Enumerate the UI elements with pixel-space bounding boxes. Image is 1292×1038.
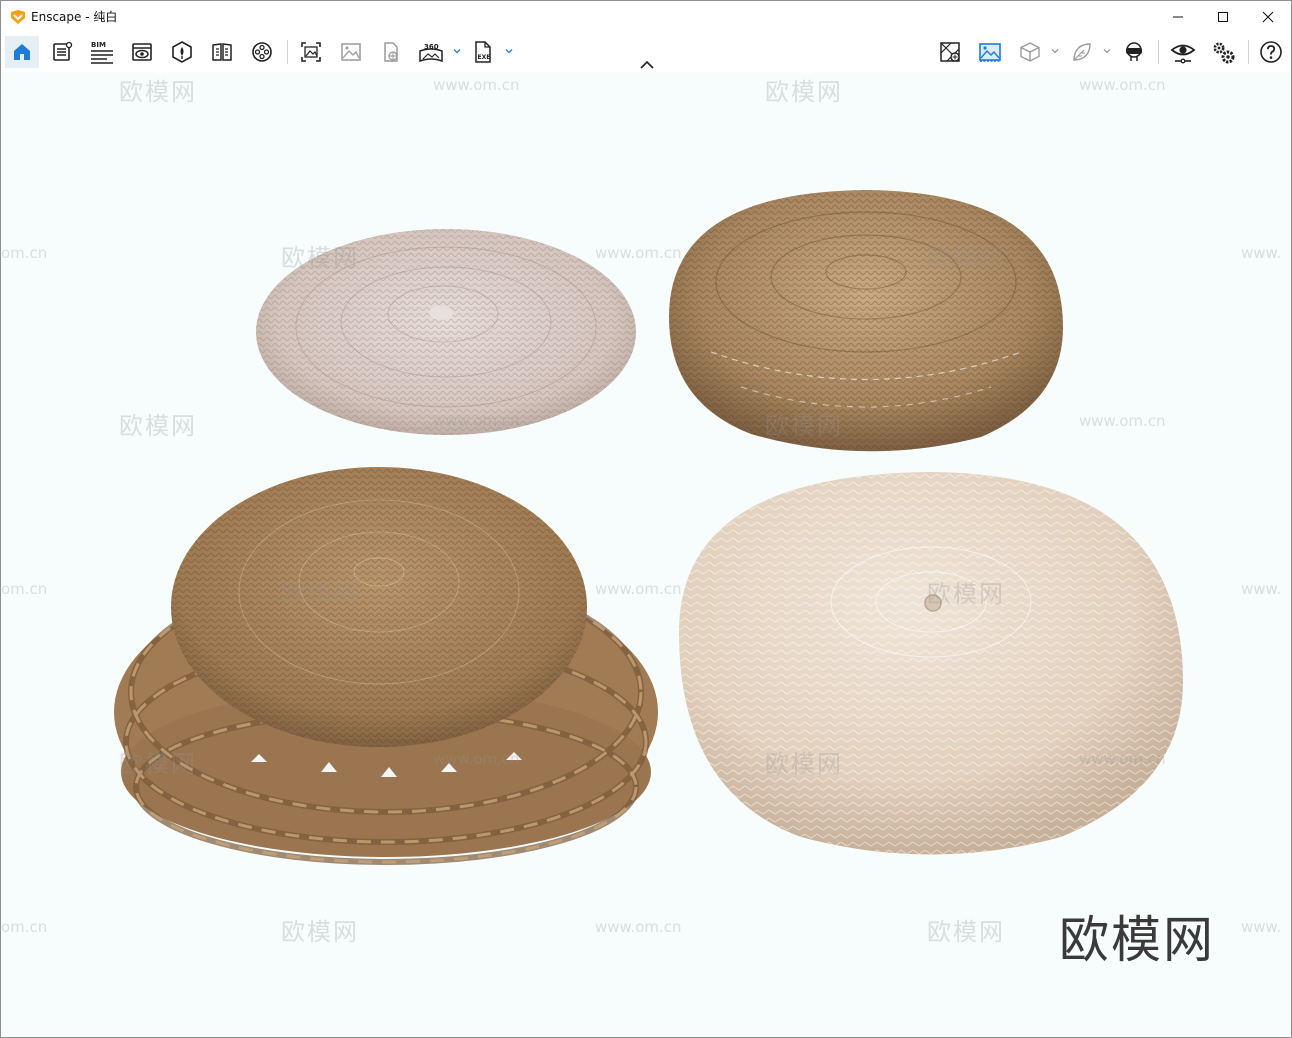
watermark-text: 欧模网 bbox=[927, 580, 1005, 608]
batch-render-button[interactable] bbox=[334, 36, 368, 68]
material-editor-button[interactable] bbox=[205, 36, 239, 68]
bim-button[interactable]: BIM bbox=[85, 36, 119, 68]
toolbar-separator bbox=[287, 40, 288, 64]
enscape-logo-icon bbox=[11, 10, 25, 24]
watermark-url: www.om.cn bbox=[595, 918, 682, 936]
watermark-text: 欧模网 bbox=[281, 918, 359, 946]
watermark-url: www.om.cn bbox=[1079, 750, 1166, 768]
view-mode-button[interactable] bbox=[1166, 36, 1200, 68]
watermark-text: 欧模网 bbox=[927, 244, 1005, 272]
render-scene bbox=[114, 190, 1183, 865]
settings-icon bbox=[1213, 42, 1235, 64]
visual-settings-icon bbox=[940, 42, 960, 62]
watermark-url: www. bbox=[1241, 918, 1282, 936]
watermark-url: www.om.cn bbox=[595, 580, 682, 598]
background-image-button[interactable] bbox=[973, 36, 1007, 68]
exe-export-button[interactable]: EXE bbox=[466, 36, 500, 68]
batch-render-icon bbox=[341, 43, 361, 61]
maximize-button[interactable] bbox=[1200, 1, 1246, 32]
background-image-icon bbox=[979, 43, 1001, 62]
watermark-text: 欧模网 bbox=[119, 412, 197, 440]
exe-dropdown-chevron-icon[interactable] bbox=[504, 46, 514, 56]
watermark-text: 欧模网 bbox=[927, 918, 1005, 946]
minimize-button[interactable] bbox=[1155, 1, 1201, 32]
orthographic-icon bbox=[1020, 42, 1040, 62]
vr-headset-icon bbox=[1126, 42, 1142, 61]
watermark-url: www.om.cn bbox=[433, 750, 520, 768]
screenshot-button[interactable] bbox=[294, 36, 328, 68]
window-title: Enscape - 纯白 bbox=[31, 10, 118, 24]
home-button[interactable] bbox=[5, 36, 39, 68]
render-quality-button[interactable] bbox=[1065, 36, 1099, 68]
view-management-button[interactable] bbox=[125, 36, 159, 68]
svg-text:BIM: BIM bbox=[91, 41, 106, 49]
settings-button[interactable] bbox=[1206, 36, 1240, 68]
panorama-icon: 360 bbox=[419, 43, 443, 63]
watermark-text: 欧模网 bbox=[765, 78, 843, 106]
asset-library-button[interactable] bbox=[165, 36, 199, 68]
orthographic-button[interactable] bbox=[1013, 36, 1047, 68]
watermark-url: om.cn bbox=[1, 918, 48, 936]
watermark-text: 欧模网 bbox=[765, 750, 843, 778]
vr-headset-button[interactable] bbox=[1117, 36, 1151, 68]
watermark-url: om.cn bbox=[1, 244, 48, 262]
watermark-text: 欧模网 bbox=[281, 580, 359, 608]
watermark-url: www. bbox=[1241, 244, 1282, 262]
close-button[interactable] bbox=[1245, 1, 1291, 32]
watermark-url: www.om.cn bbox=[1079, 412, 1166, 430]
panorama-button[interactable]: 360 bbox=[414, 36, 448, 68]
watermark-text: 欧模网 bbox=[281, 244, 359, 272]
brand-watermark: 欧模网 bbox=[1059, 911, 1215, 969]
title-bar: Enscape - 纯白 bbox=[1, 1, 1291, 32]
bim-icon: BIM bbox=[91, 41, 113, 64]
exe-export-icon: EXE bbox=[475, 41, 491, 63]
view-management-icon bbox=[132, 43, 152, 61]
watermark-url: www. bbox=[1241, 580, 1282, 598]
maximize-icon bbox=[1218, 11, 1228, 22]
home-icon bbox=[14, 44, 30, 60]
notes-button[interactable] bbox=[45, 36, 79, 68]
video-editor-icon bbox=[252, 42, 272, 62]
toolbar-separator bbox=[1158, 40, 1159, 64]
watermark-url: om.cn bbox=[1, 580, 48, 598]
panorama-dropdown-chevron-icon[interactable] bbox=[452, 46, 462, 56]
screenshot-icon bbox=[301, 42, 321, 62]
video-editor-button[interactable] bbox=[245, 36, 279, 68]
watermark-url: www.om.cn bbox=[433, 412, 520, 430]
collapse-toolbar-icon[interactable] bbox=[637, 59, 657, 71]
svg-text:EXE: EXE bbox=[478, 54, 491, 61]
render-quality-icon bbox=[1073, 43, 1091, 61]
cream-dome-pouf bbox=[679, 472, 1183, 855]
watermark-text: 欧模网 bbox=[765, 412, 843, 440]
help-button[interactable] bbox=[1254, 36, 1288, 68]
wicker-pouf bbox=[114, 467, 658, 865]
view-mode-icon bbox=[1170, 44, 1196, 64]
straw-pouf bbox=[669, 190, 1063, 452]
visual-settings-button[interactable] bbox=[933, 36, 967, 68]
watermark-url: www.om.cn bbox=[433, 76, 520, 94]
toolbar-separator bbox=[1248, 40, 1249, 64]
minimize-icon bbox=[1173, 16, 1183, 17]
orthographic-dropdown-chevron-icon[interactable] bbox=[1050, 46, 1060, 56]
watermark-text: 欧模网 bbox=[119, 750, 197, 778]
notes-icon bbox=[53, 41, 73, 61]
close-icon bbox=[1262, 11, 1274, 22]
watermark-url: www.om.cn bbox=[1079, 76, 1166, 94]
watermark-url: www.om.cn bbox=[595, 244, 682, 262]
help-icon bbox=[1260, 41, 1282, 63]
render-quality-dropdown-chevron-icon[interactable] bbox=[1102, 46, 1112, 56]
enscape-window: Enscape - 纯白 BIM 360 EXE 欧模网 www.om.cn 欧… bbox=[0, 0, 1292, 1038]
material-editor-icon bbox=[212, 43, 232, 61]
asset-library-icon bbox=[172, 41, 192, 63]
web-standalone-icon bbox=[384, 42, 398, 62]
watermark-text: 欧模网 bbox=[119, 78, 197, 106]
render-viewport[interactable]: 欧模网 www.om.cn 欧模网 www.om.cn om.cn 欧模网 ww… bbox=[1, 72, 1291, 1037]
web-standalone-button[interactable] bbox=[374, 36, 408, 68]
